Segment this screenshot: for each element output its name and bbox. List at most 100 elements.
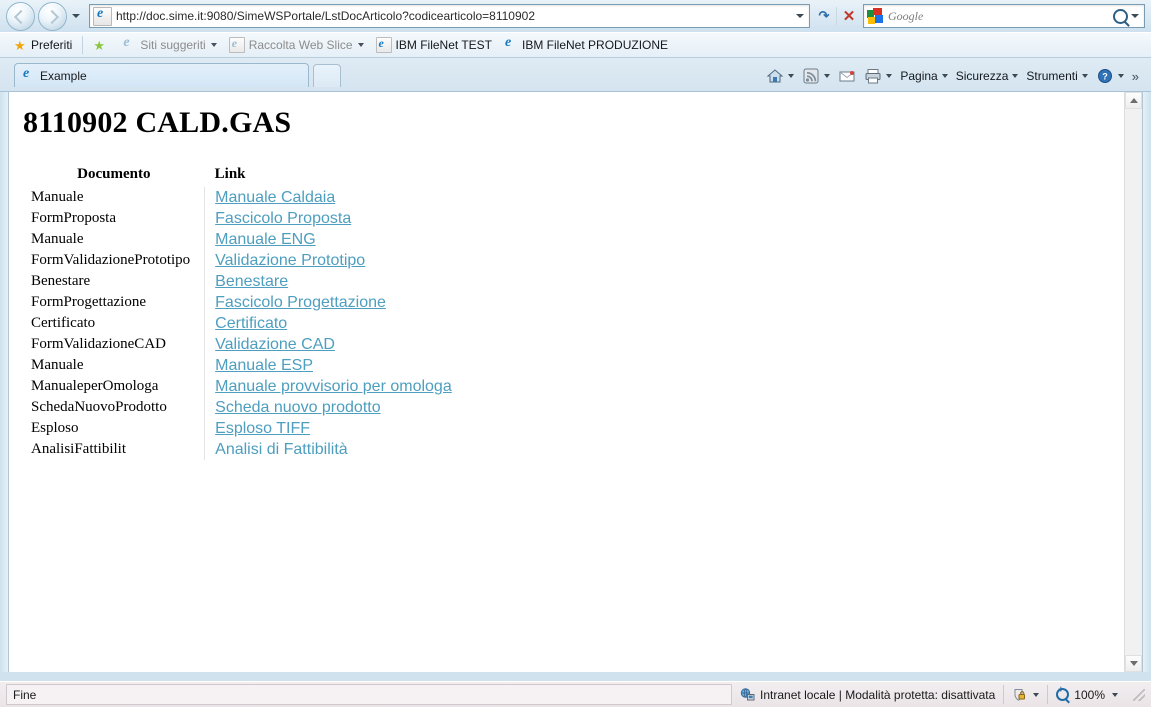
table-row: FormValidazionePrototipo Validazione Prot… bbox=[23, 250, 466, 271]
favorites-item-label: Siti suggeriti bbox=[140, 38, 206, 52]
zoom-level-label: 100% bbox=[1074, 687, 1105, 702]
mail-icon bbox=[839, 71, 855, 82]
chevron-down-icon bbox=[1012, 74, 1019, 78]
cell-documento: Manuale bbox=[23, 187, 206, 208]
feeds-rss-icon bbox=[803, 68, 819, 84]
back-button[interactable] bbox=[6, 1, 35, 31]
scroll-up-button[interactable] bbox=[1125, 92, 1142, 109]
document-link[interactable]: Benestare bbox=[215, 273, 288, 290]
command-bar-overflow-button[interactable]: » bbox=[1128, 65, 1143, 87]
window-edge-right bbox=[1143, 92, 1151, 672]
table-row: FormProposta Fascicolo Proposta bbox=[23, 208, 466, 229]
table-row: Manuale Manuale Caldaia bbox=[23, 187, 466, 208]
address-input[interactable]: http://doc.sime.it:9080/SimeWSPortale/Ls… bbox=[89, 4, 810, 28]
svg-text:?: ? bbox=[1102, 72, 1108, 82]
cell-documento: AnalisiFattibilit bbox=[23, 439, 206, 460]
new-tab-button[interactable] bbox=[313, 64, 341, 87]
ie-icon bbox=[122, 35, 136, 52]
document-link[interactable]: Fascicolo Progettazione bbox=[215, 294, 386, 311]
search-provider-chevron-down-icon[interactable] bbox=[1131, 14, 1139, 18]
favorites-bar: ★ Preferiti ★ Siti suggeriti Raccolta We… bbox=[0, 32, 1151, 58]
table-header-row: Documento Link bbox=[23, 166, 466, 187]
help-button[interactable]: ? bbox=[1092, 65, 1128, 87]
document-link[interactable]: Certificato bbox=[215, 315, 287, 332]
table-row: FormProgettazione Fascicolo Progettazione bbox=[23, 292, 466, 313]
menu-strumenti[interactable]: Strumenti bbox=[1022, 65, 1091, 87]
cell-documento: ManualeperOmologa bbox=[23, 376, 206, 397]
protected-mode-button[interactable] bbox=[1004, 685, 1047, 705]
feeds-button[interactable] bbox=[798, 65, 834, 87]
favorites-item-label: Raccolta Web Slice bbox=[248, 38, 353, 52]
favorites-item-raccolta-web-slice[interactable]: Raccolta Web Slice bbox=[223, 35, 370, 55]
cell-documento: FormProgettazione bbox=[23, 292, 206, 313]
google-logo-icon bbox=[867, 8, 883, 24]
status-bar: Fine Intranet locale | Modalità protetta… bbox=[0, 681, 1151, 707]
triangle-up-icon bbox=[1129, 98, 1138, 103]
document-link[interactable]: Manuale Caldaia bbox=[215, 189, 335, 206]
table-row: Certificato Certificato bbox=[23, 313, 466, 334]
add-to-favorites-bar-button[interactable]: ★ bbox=[87, 35, 116, 55]
favorites-button[interactable]: ★ Preferiti bbox=[8, 35, 78, 55]
stop-button[interactable]: ✕ bbox=[837, 6, 861, 27]
favorites-item-siti-suggeriti[interactable]: Siti suggeriti bbox=[116, 35, 222, 55]
stop-icon: ✕ bbox=[842, 8, 856, 25]
document-link[interactable]: Validazione CAD bbox=[215, 336, 335, 353]
document-link[interactable]: Scheda nuovo prodotto bbox=[215, 399, 380, 416]
tab-example[interactable]: Example bbox=[14, 63, 309, 87]
cell-link: Manuale provvisorio per omologa bbox=[205, 376, 466, 397]
document-link[interactable]: Esploso TIFF bbox=[215, 420, 310, 437]
document-link[interactable]: Analisi di Fattibilità bbox=[215, 441, 348, 458]
address-url-text: http://doc.sime.it:9080/SimeWSPortale/Ls… bbox=[116, 9, 535, 23]
recent-pages-button[interactable] bbox=[69, 6, 83, 26]
cell-link: Esploso TIFF bbox=[205, 418, 466, 439]
cell-documento: FormValidazionePrototipo bbox=[23, 250, 206, 271]
home-button[interactable] bbox=[762, 65, 798, 87]
page-scrollbar-vertical[interactable] bbox=[1124, 92, 1142, 672]
document-link[interactable]: Validazione Prototipo bbox=[215, 252, 365, 269]
favorites-item-ibm-filenet-produzione[interactable]: IBM FileNet PRODUZIONE bbox=[498, 35, 674, 55]
table-row: AnalisiFattibilit Analisi di Fattibilità bbox=[23, 439, 466, 460]
refresh-icon: ↷ bbox=[818, 8, 830, 23]
chevron-down-icon bbox=[886, 74, 893, 78]
document-link[interactable]: Manuale ENG bbox=[215, 231, 316, 248]
column-header-documento: Documento bbox=[77, 166, 151, 182]
documents-table: Documento Link Manuale Manuale Caldaia For… bbox=[23, 166, 466, 460]
favorites-button-label: Preferiti bbox=[31, 38, 73, 52]
menu-sicurezza[interactable]: Sicurezza bbox=[952, 65, 1023, 87]
scroll-down-button[interactable] bbox=[1125, 655, 1142, 672]
menu-label: Pagina bbox=[900, 69, 938, 83]
cell-link: Fascicolo Proposta bbox=[205, 208, 466, 229]
cell-documento: FormValidazioneCAD bbox=[23, 334, 206, 355]
menu-label: Sicurezza bbox=[955, 69, 1009, 83]
star-icon: ★ bbox=[14, 37, 26, 53]
print-button[interactable] bbox=[860, 65, 896, 87]
search-icon[interactable] bbox=[1113, 8, 1128, 24]
cell-link: Validazione CAD bbox=[205, 334, 466, 355]
address-dropdown-button[interactable] bbox=[791, 14, 809, 18]
table-row: FormValidazioneCAD Validazione CAD bbox=[23, 334, 466, 355]
resize-grip[interactable] bbox=[1133, 688, 1145, 701]
tab-bar: Example bbox=[0, 58, 1151, 92]
cell-link: Certificato bbox=[205, 313, 466, 334]
chevron-down-icon bbox=[1112, 692, 1118, 697]
refresh-button[interactable]: ↷ bbox=[812, 6, 836, 27]
mail-button[interactable] bbox=[834, 65, 860, 87]
cell-documento: FormProposta bbox=[23, 208, 206, 229]
cell-documento: Benestare bbox=[23, 271, 206, 292]
security-zone[interactable]: Intranet locale | Modalità protetta: dis… bbox=[732, 685, 1003, 705]
forward-button[interactable] bbox=[38, 1, 67, 31]
table-body: Manuale Manuale Caldaia FormProposta Fascic… bbox=[23, 187, 466, 460]
zoom-control[interactable]: 100% bbox=[1048, 685, 1129, 705]
print-icon bbox=[865, 69, 881, 84]
cell-documento: SchedaNuovoProdotto bbox=[23, 397, 206, 418]
cell-link: Manuale Caldaia bbox=[205, 187, 466, 208]
document-link[interactable]: Manuale provvisorio per omologa bbox=[215, 378, 452, 395]
document-link[interactable]: Manuale ESP bbox=[215, 357, 313, 374]
cell-documento: Manuale bbox=[23, 229, 206, 250]
favorites-item-label: IBM FileNet PRODUZIONE bbox=[522, 38, 669, 52]
document-link[interactable]: Fascicolo Proposta bbox=[215, 210, 351, 227]
favorites-item-ibm-filenet-test[interactable]: IBM FileNet TEST bbox=[370, 35, 498, 55]
search-input[interactable]: Google bbox=[863, 4, 1145, 28]
triangle-down-icon bbox=[1129, 661, 1138, 666]
menu-pagina[interactable]: Pagina bbox=[896, 65, 951, 87]
